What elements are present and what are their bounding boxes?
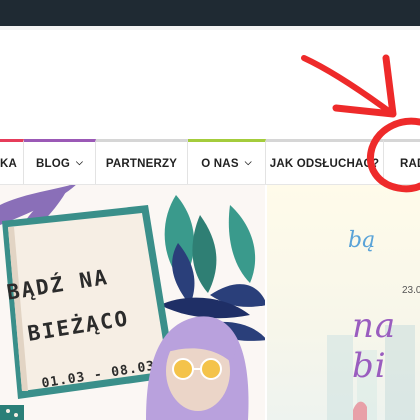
annotation-arrow-shaft [301, 55, 393, 115]
nav-item-home[interactable]: KA [0, 139, 24, 185]
banner-left[interactable]: BĄDŹ NA BIEŻĄCO 01.03 - 08.03 [0, 185, 267, 420]
banner-right-line2: na bi [352, 306, 397, 386]
banner-divider [265, 185, 267, 420]
nav-item-label: BLOG [35, 157, 70, 170]
corner-decoration [0, 405, 24, 420]
top-dark-bar [0, 0, 420, 26]
nav-item-radio[interactable]: RAD [384, 139, 420, 185]
banner-right-date: 23.0 [402, 285, 420, 296]
nav-item-jak-odsluchac[interactable]: JAK ODSŁUCHAĆ? [266, 139, 384, 185]
nav-item-label: O NAS [201, 157, 239, 170]
main-navigation: KA BLOG ⌵ PARTNERZY O NAS ⌵ JAK ODSŁUCHA… [0, 139, 420, 185]
nav-item-blog[interactable]: BLOG ⌵ [24, 139, 96, 185]
nav-item-label: KA [0, 157, 17, 170]
nav-item-o-nas[interactable]: O NAS ⌵ [188, 139, 266, 185]
banner-right-line1: bą [348, 228, 376, 253]
hands-illustration [353, 401, 367, 420]
nav-item-partnerzy[interactable]: PARTNERZY [96, 139, 188, 185]
nav-item-label: RAD [400, 157, 420, 170]
chevron-down-icon: ⌵ [244, 157, 252, 167]
annotation-arrow-head [332, 54, 397, 118]
nav-item-label: PARTNERZY [105, 157, 178, 170]
chevron-down-icon: ⌵ [76, 157, 84, 167]
top-bar-shadow [0, 26, 420, 30]
nav-item-label: JAK ODSŁUCHAĆ? [269, 157, 380, 170]
